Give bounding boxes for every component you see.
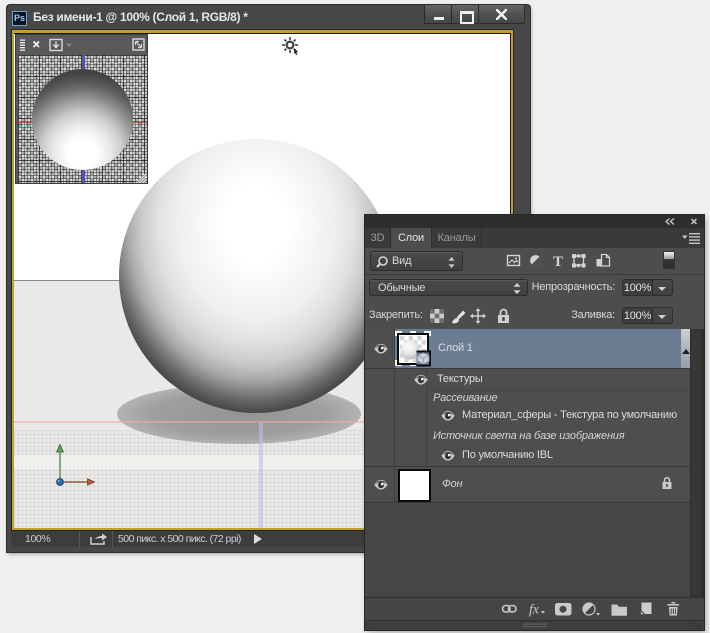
svg-text:T: T <box>553 254 563 269</box>
svg-text:fx: fx <box>529 603 540 618</box>
